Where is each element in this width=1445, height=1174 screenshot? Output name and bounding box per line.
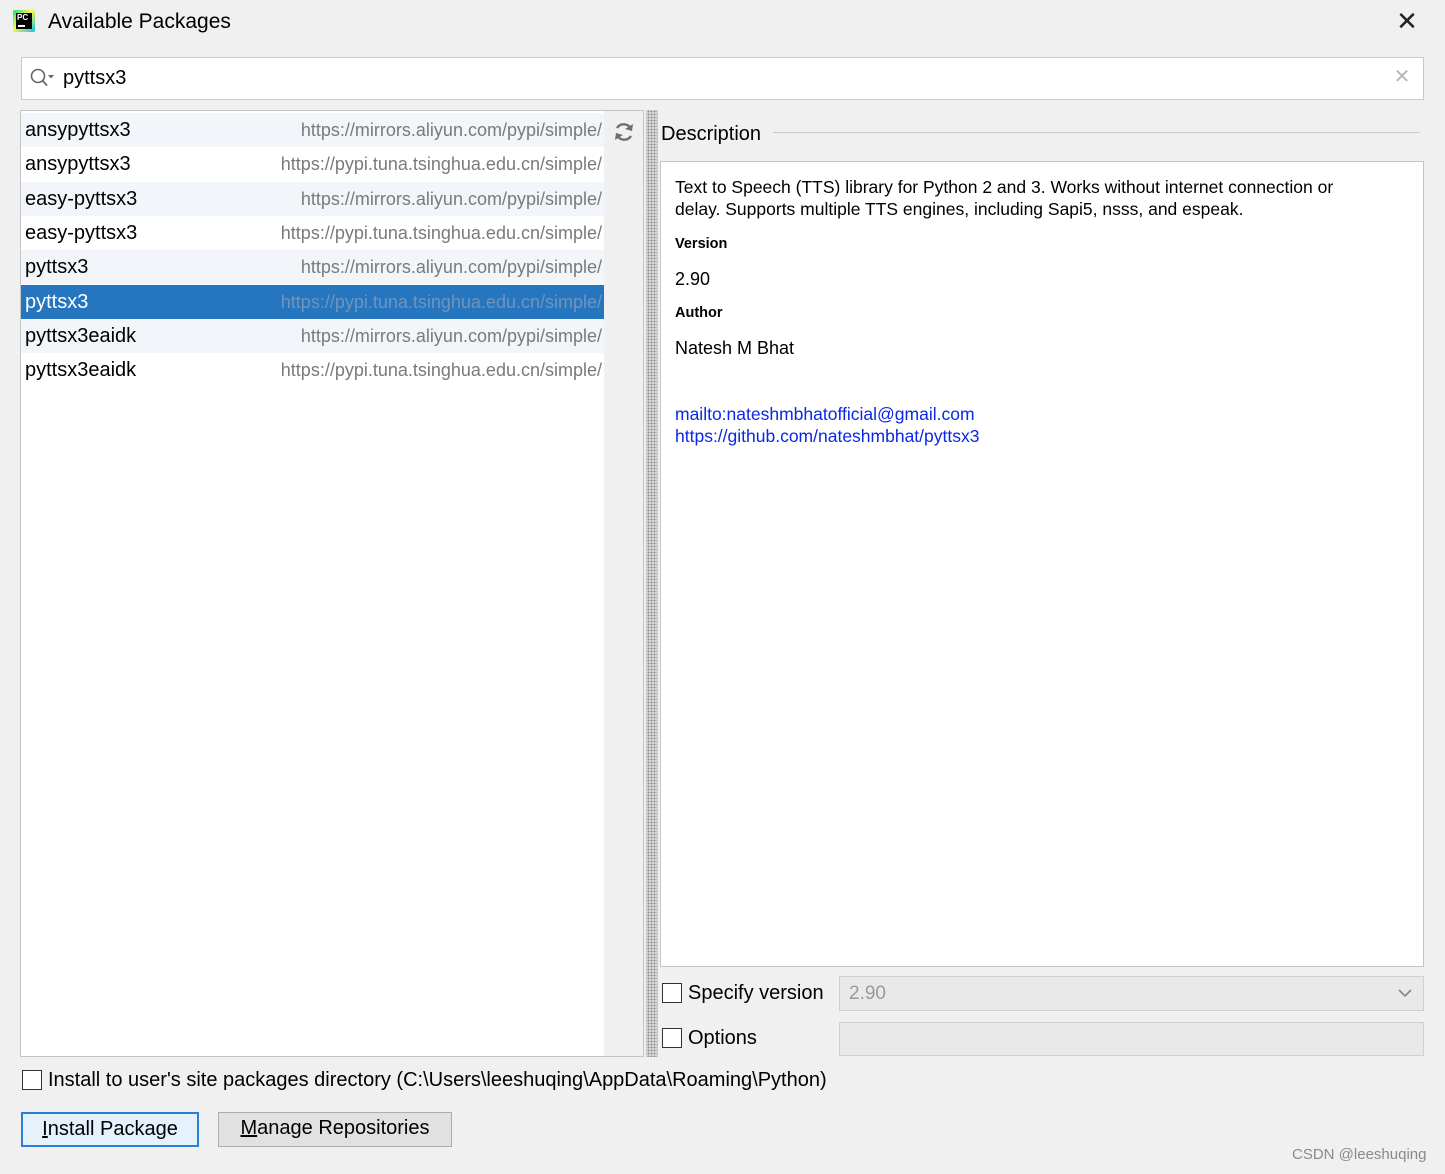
package-row[interactable]: easy-pyttsx3 https://pypi.tuna.tsinghua.e…: [21, 216, 604, 250]
close-icon[interactable]: ✕: [1394, 8, 1420, 34]
manage-label-rest: anage Repositories: [257, 1117, 430, 1139]
package-repository-url: https://mirrors.aliyun.com/pypi/simple/: [300, 325, 602, 346]
version-select-value: 2.90: [849, 983, 886, 1004]
description-title: Description: [661, 123, 762, 145]
package-repository-url: https://pypi.tuna.tsinghua.edu.cn/simple…: [280, 291, 602, 312]
install-label-rest: nstall Package: [47, 1118, 178, 1140]
package-repository-url: https://mirrors.aliyun.com/pypi/simple/: [300, 188, 602, 209]
description-content: Text to Speech (TTS) library for Python …: [675, 176, 1405, 447]
specify-version-label: Specify version: [688, 982, 824, 1004]
package-name: ansypyttsx3: [25, 153, 131, 176]
package-row[interactable]: ansypyttsx3 https://pypi.tuna.tsinghua.ed…: [21, 147, 604, 181]
author-label: Author: [675, 305, 723, 321]
pycharm-app-icon: PC: [13, 10, 35, 32]
package-row[interactable]: pyttsx3 https://mirrors.aliyun.com/pypi/s…: [21, 250, 604, 285]
install-user-site-checkbox[interactable]: [22, 1070, 42, 1090]
manage-mnemonic: M: [240, 1117, 258, 1139]
package-name: pyttsx3: [25, 256, 89, 279]
description-summary-line-2: delay. Supports multiple TTS engines, in…: [675, 199, 1244, 219]
package-name: ansypyttsx3: [25, 119, 131, 141]
version-select[interactable]: 2.90: [839, 976, 1424, 1011]
install-user-site-label: Install to user's site packages director…: [48, 1069, 827, 1091]
package-row[interactable]: pyttsx3eaidk https://pypi.tuna.tsinghua.e…: [21, 353, 604, 387]
manage-repositories-button[interactable]: Manage Repositories: [218, 1112, 452, 1147]
version-value: 2.90: [675, 269, 711, 289]
app-icon-text: PC: [17, 13, 29, 22]
package-name: pyttsx3eaidk: [25, 324, 137, 347]
description-summary-line-1: Text to Speech (TTS) library for Python …: [675, 177, 1334, 197]
window-title: Available Packages: [48, 10, 231, 33]
package-list[interactable]: ansypyttsx3 https://mirrors.aliyun.com/py…: [20, 110, 605, 1057]
package-repository-url: https://pypi.tuna.tsinghua.edu.cn/simple…: [280, 154, 602, 175]
package-row[interactable]: ansypyttsx3 https://mirrors.aliyun.com/py…: [21, 113, 604, 147]
project-github-link[interactable]: https://github.com/nateshmbhat/pyttsx3: [675, 426, 979, 446]
package-row[interactable]: pyttsx3eaidk https://mirrors.aliyun.com/p…: [21, 318, 604, 353]
package-row[interactable]: easy-pyttsx3 https://mirrors.aliyun.com/p…: [21, 181, 604, 216]
list-toolbar: [604, 110, 644, 1057]
package-repository-url: https://pypi.tuna.tsinghua.edu.cn/simple…: [280, 360, 602, 381]
clear-search-icon[interactable]: ✕: [1392, 66, 1412, 88]
options-label: Options: [688, 1027, 757, 1049]
search-input[interactable]: [63, 63, 1373, 93]
description-divider: [773, 132, 1420, 133]
package-repository-url: https://pypi.tuna.tsinghua.edu.cn/simple…: [280, 222, 602, 243]
package-repository-url: https://mirrors.aliyun.com/pypi/simple/: [300, 257, 602, 278]
options-checkbox[interactable]: [662, 1028, 682, 1048]
options-input[interactable]: [839, 1022, 1424, 1056]
chevron-down-icon: [1398, 989, 1412, 998]
package-name: easy-pyttsx3: [25, 221, 138, 244]
panel-splitter[interactable]: [646, 110, 658, 1057]
package-name: easy-pyttsx3: [25, 187, 138, 210]
package-name: pyttsx3: [25, 290, 89, 313]
install-package-button[interactable]: Install Package: [21, 1112, 199, 1147]
package-row[interactable]: pyttsx3 https://pypi.tuna.tsinghua.edu.cn…: [21, 284, 604, 319]
version-label: Version: [675, 236, 728, 252]
author-email-link[interactable]: mailto:nateshmbhatofficial@gmail.com: [675, 404, 975, 424]
watermark: CSDN @leeshuqing: [1292, 1146, 1427, 1163]
author-value: Natesh M Bhat: [675, 338, 795, 358]
package-repository-url: https://mirrors.aliyun.com/pypi/simple/: [300, 120, 602, 140]
search-icon[interactable]: [30, 68, 56, 88]
refresh-icon[interactable]: [612, 120, 636, 144]
specify-version-checkbox[interactable]: [662, 983, 682, 1003]
package-name: pyttsx3eaidk: [25, 359, 137, 382]
